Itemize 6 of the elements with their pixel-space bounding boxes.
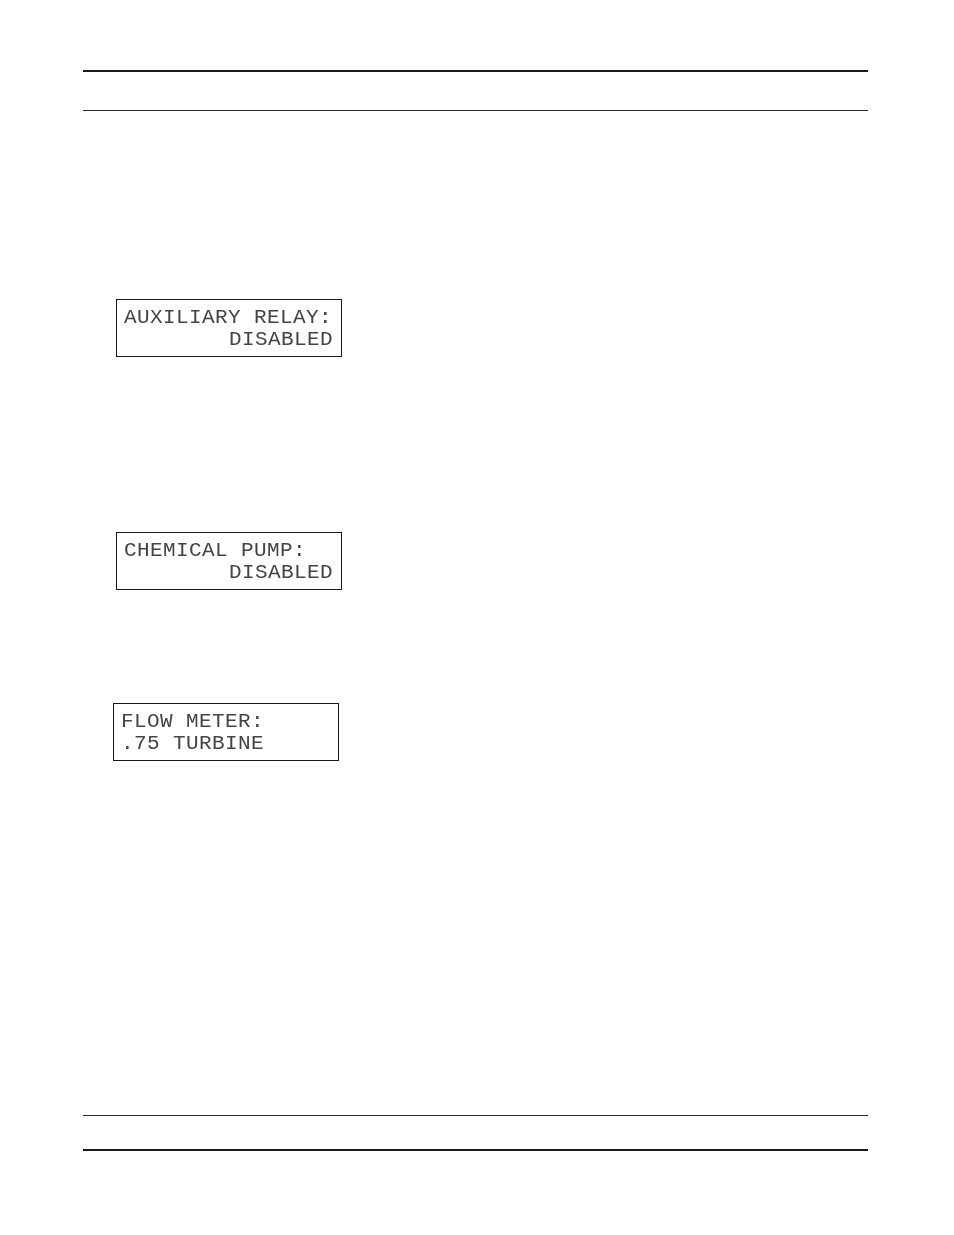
display-text: FLOW METER: bbox=[121, 711, 265, 733]
display-text: DISABLED bbox=[228, 562, 333, 584]
display-text: CHEMICAL PUMP: bbox=[124, 540, 307, 562]
display-text: DISABLED bbox=[228, 329, 333, 351]
display-text: .75 TURBINE bbox=[121, 733, 265, 755]
display-text: AUXILIARY RELAY: bbox=[124, 307, 333, 329]
